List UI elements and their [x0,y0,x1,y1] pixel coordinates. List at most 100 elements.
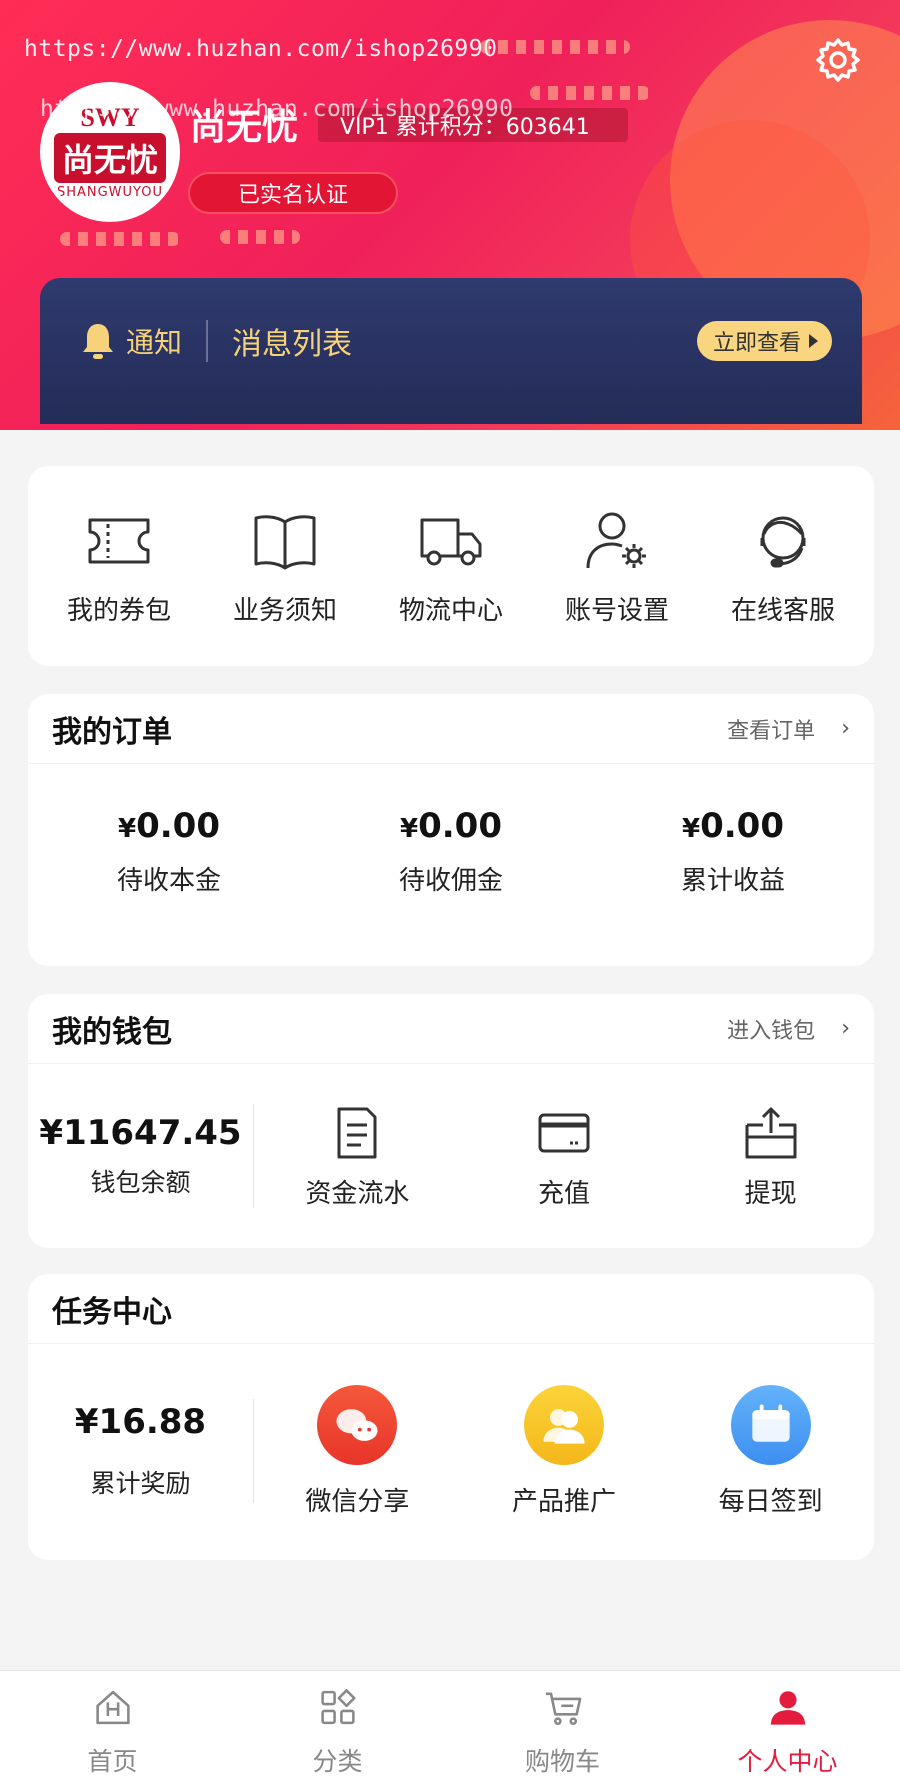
wallet-balance[interactable]: ¥11647.45 钱包余额 [28,1104,254,1208]
orders-card: 我的订单 查看订单 › ¥0.00 待收本金 ¥0.00 待收佣金 ¥0.00 … [28,694,874,966]
watermark-text: https://www.huzhan.com/ishop26990 [40,96,514,122]
currency-symbol: ¥ [400,814,419,844]
ticket-icon [88,518,150,563]
balance-amount: ¥11647.45 [39,1113,242,1153]
message-list-link[interactable]: 消息列表 [232,319,697,363]
stat-value: 0.00 [700,806,784,846]
verification-badge: 已实名认证 [188,172,398,214]
view-now-label: 立即查看 [712,331,801,356]
quick-item-account-settings[interactable]: 账号设置 [537,506,697,627]
wallet-action-label: 充值 [537,1178,590,1209]
task-wechat-share[interactable]: 微信分享 [267,1384,447,1518]
view-now-button[interactable]: 立即查看 [696,321,832,361]
orders-header: 我的订单 查看订单 › [28,694,874,764]
notice-bar[interactable]: 通知 消息列表 立即查看 [40,278,862,424]
header-decor-stripe [530,86,650,100]
stat-label: 待收本金 [116,866,221,896]
tasks-card: 任务中心 ¥16.88 累计奖励 微信分享 产品推广 每日签到 [28,1274,874,1560]
quick-item-coupons[interactable]: 我的券包 [39,506,199,627]
user-gear-icon [586,512,646,568]
stat-label: 累计收益 [680,866,785,896]
task-daily-checkin[interactable]: 每日签到 [681,1384,861,1518]
home-icon [95,1690,130,1725]
total-reward[interactable]: ¥16.88 累计奖励 [28,1399,254,1503]
wallet-header: 我的钱包 进入钱包 › [28,994,874,1064]
wallet-row: ¥11647.45 钱包余额 资金流水 充值 提现 [28,1064,874,1248]
quick-item-label: 物流中心 [398,595,503,626]
tab-label: 分类 [312,1747,363,1776]
enter-wallet-link[interactable]: 进入钱包 › [727,1013,850,1045]
tab-home[interactable]: 首页 [13,1671,213,1778]
settings-button[interactable] [814,36,862,84]
stat-pending-principal[interactable]: ¥0.00 待收本金 [49,806,289,897]
wallet-action-label: 提现 [744,1178,797,1209]
avatar-logo-sub: SHANGWUYOU [56,184,164,200]
quick-item-customer-service[interactable]: 在线客服 [703,506,863,627]
balance-label: 钱包余额 [90,1168,191,1197]
quick-item-guide[interactable]: 业务须知 [205,506,365,627]
wechat-icon [317,1384,398,1465]
reward-amount: ¥16.88 [74,1402,207,1442]
task-action-label: 微信分享 [305,1486,410,1517]
truck-icon [420,518,482,565]
task-action-label: 每日签到 [718,1486,823,1517]
tab-profile[interactable]: 个人中心 [688,1671,888,1778]
header-decor-stripe [60,232,180,246]
stat-pending-commission[interactable]: ¥0.00 待收佣金 [331,806,571,897]
document-icon [337,1107,377,1158]
task-actions: 微信分享 产品推广 每日签到 [254,1384,874,1518]
gear-icon [816,38,860,82]
tasks-title: 任务中心 [52,1294,172,1330]
stat-amount: ¥0.00 [118,806,220,846]
tasks-header: 任务中心 [28,1274,874,1344]
view-orders-label: 查看订单 [727,718,816,744]
wallet-action-label: 资金流水 [305,1178,410,1209]
tab-cart[interactable]: 购物车 [463,1671,663,1778]
view-orders-link[interactable]: 查看订单 › [727,713,850,745]
chevron-right-icon: › [841,716,850,741]
quick-item-label: 在线客服 [730,595,835,626]
notice-divider [206,320,209,362]
avatar-logo-main: 尚无忧 [53,132,166,183]
wallet-action-recharge[interactable]: 充值 [479,1103,649,1210]
notice-label: 通知 [126,326,183,359]
wallet-card: 我的钱包 进入钱包 › ¥11647.45 钱包余额 资金流水 充值 提现 [28,994,874,1248]
watermark-text: https://www.huzhan.com/ishop26990 [24,36,498,62]
category-icon [320,1689,356,1725]
quick-item-label: 我的券包 [66,595,171,626]
card-icon [538,1113,590,1152]
task-product-promo[interactable]: 产品推广 [474,1384,654,1518]
person-icon [770,1691,805,1725]
quick-item-logistics[interactable]: 物流中心 [371,506,531,627]
headset-icon [760,516,806,567]
currency-symbol: ¥ [118,814,137,844]
currency-symbol: ¥ [682,814,701,844]
wallet-action-transactions[interactable]: 资金流水 [272,1103,442,1210]
calendar-icon [730,1384,811,1465]
task-action-label: 产品推广 [511,1486,616,1517]
wallet-action-withdraw[interactable]: 提现 [686,1103,856,1210]
stat-amount: ¥0.00 [400,806,502,846]
bottom-tab-bar: 首页 分类 购物车 个人中心 [0,1670,900,1778]
tab-label: 首页 [87,1747,138,1776]
tab-category[interactable]: 分类 [238,1671,438,1778]
cart-icon [545,1692,581,1726]
book-icon [254,514,316,569]
header-decor-stripe [220,230,300,244]
quick-item-label: 账号设置 [564,595,669,626]
bell-icon [83,324,113,359]
quick-item-label: 业务须知 [232,595,337,626]
wallet-actions: 资金流水 充值 提现 [254,1103,874,1210]
reward-label: 累计奖励 [90,1469,191,1498]
tab-label: 个人中心 [737,1747,838,1776]
enter-wallet-label: 进入钱包 [727,1018,816,1044]
stat-total-earnings[interactable]: ¥0.00 累计收益 [613,806,853,897]
orders-title: 我的订单 [52,714,172,750]
profile-header: https://www.huzhan.com/ishop26990 SWY 尚无… [0,0,900,430]
tab-label: 购物车 [524,1747,600,1776]
orders-stats: ¥0.00 待收本金 ¥0.00 待收佣金 ¥0.00 累计收益 [28,764,874,897]
header-decor-stripe [480,40,630,54]
chevron-right-icon: › [841,1016,850,1041]
wallet-title: 我的钱包 [52,1014,172,1050]
users-icon [523,1384,604,1465]
